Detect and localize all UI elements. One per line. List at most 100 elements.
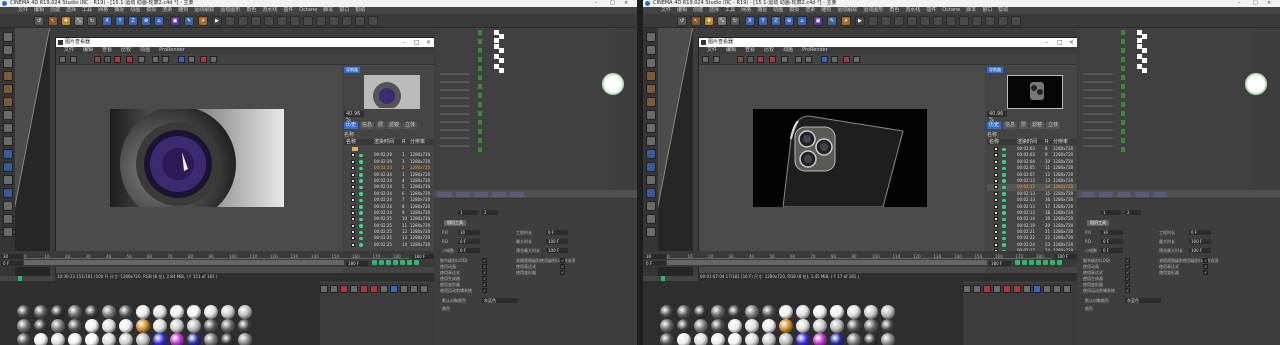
material-tool-icon[interactable] [1053,285,1061,293]
attr-tab[interactable] [1135,192,1149,197]
material-ball[interactable] [796,319,810,333]
mode-tool-icon[interactable] [646,71,656,81]
playback-icon[interactable] [1036,260,1041,265]
pv-tool-icon[interactable] [178,56,185,63]
pv-tool-icon[interactable] [162,56,169,63]
material-ball[interactable] [711,333,725,345]
material-ball[interactable] [660,319,674,333]
pv-tool-icon[interactable] [200,56,207,63]
camera-tool-button[interactable]: 相机工具 [1087,220,1109,226]
material-ball[interactable] [221,305,235,319]
material-tool-icon[interactable] [380,285,388,293]
menu-item[interactable]: 编辑 [677,7,687,13]
material-tool-icon[interactable] [410,285,418,293]
material-tool-icon[interactable] [993,285,1001,293]
toolbar-tool-icon[interactable] [368,16,378,26]
mode-tool-icon[interactable] [646,45,656,55]
menu-item[interactable]: 帮助 [355,7,365,13]
attr-checkbox[interactable]: ✓ [1125,282,1130,287]
scale-icon[interactable]: ⤡ [717,16,727,26]
menu-item[interactable]: 捕捉 [114,7,124,13]
pv-menu-item[interactable]: 文件 [707,47,717,53]
mode-tool-icon[interactable] [3,45,13,55]
menu-item[interactable]: 角色 [246,7,256,13]
menu-item[interactable]: 渲染 [162,7,172,13]
frame-ruler[interactable]: 0 10 20 30 40 50 60 70 80 90 100 110 120 130 140 150 160… [24,254,409,259]
pv-maximize-button[interactable]: □ [1057,38,1063,47]
pen-icon[interactable]: ✎ [827,16,837,26]
menu-item[interactable]: 流水线 [905,7,920,13]
material-ball[interactable] [68,319,82,333]
material-ball[interactable] [864,305,878,319]
menu-item[interactable]: 创建 [50,7,60,13]
attr-tab[interactable] [1099,192,1113,197]
mode-tool-icon[interactable] [3,110,13,120]
pv-tool-icon[interactable] [769,56,776,63]
timeline-min-field[interactable]: 0 F [644,261,666,266]
attr-checkbox[interactable]: ✓ [1125,288,1130,293]
mode-tool-icon[interactable] [646,201,656,211]
3d-viewport[interactable] [658,28,693,278]
material-ball[interactable] [813,305,827,319]
pv-tool-icon[interactable] [757,56,764,63]
mode-tool-icon[interactable] [646,110,656,120]
material-ball[interactable] [881,319,895,333]
mode-tool-icon[interactable] [646,58,656,68]
menu-item[interactable]: 帮助 [998,7,1008,13]
material-ball[interactable] [745,333,759,345]
menu-item[interactable]: 运动图形 [220,7,240,13]
material-ball[interactable] [204,305,218,319]
menu-item[interactable]: 雕刻 [178,7,188,13]
tab-4[interactable]: 立体 [1046,122,1061,129]
material-ball[interactable] [170,319,184,333]
material-tool-icon[interactable] [1043,285,1051,293]
playback-icon[interactable] [400,260,405,265]
material-ball[interactable] [85,305,99,319]
material-ball[interactable] [187,305,201,319]
attr-field[interactable]: 0 F [1101,248,1123,253]
mode-tool-icon[interactable] [3,58,13,68]
pv-tool-icon[interactable] [713,56,720,63]
attr-field[interactable]: 100 F [546,239,568,244]
timeline-max-field[interactable]: 180 F [346,261,368,266]
attr-field[interactable]: 0 F [458,239,480,244]
material-tool-icon[interactable] [420,285,428,293]
attr-checkbox[interactable]: ✓ [482,258,487,263]
material-tool-icon[interactable] [1013,285,1021,293]
cube-icon[interactable]: ▣ [813,16,823,26]
mode-tool-icon[interactable] [646,123,656,133]
attr-checkbox[interactable]: ✓ [1125,276,1130,281]
menu-item[interactable]: 选择 [709,7,719,13]
timeline-start-field[interactable]: 30 [644,254,666,259]
navigator-tab[interactable]: 导航器 [344,67,360,73]
mode-tool-icon[interactable] [646,149,656,159]
material-ball[interactable] [17,305,31,319]
tab-1[interactable]: 信息 [1003,122,1018,129]
material-ball[interactable] [51,319,65,333]
toolbar-tool-icon[interactable] [1011,16,1021,26]
close-button[interactable]: × [624,0,628,7]
material-ball[interactable] [85,333,99,345]
material-ball[interactable] [170,333,184,345]
material-ball[interactable] [830,319,844,333]
mode-tool-icon[interactable] [3,214,13,224]
attr-field[interactable]: 0 F [1101,239,1123,244]
pv-tool-icon[interactable] [831,56,838,63]
default-color-select[interactable]: 灰蓝色 [482,298,518,303]
playback-icon[interactable] [1057,260,1062,265]
material-tool-icon[interactable] [360,285,368,293]
menu-item[interactable]: 文件 [18,7,28,13]
playback-icon[interactable] [407,260,412,265]
pv-menu-item[interactable]: 比较 [121,47,131,53]
pv-menu-item[interactable]: 动画 [140,47,150,53]
attr-checkbox[interactable]: ✓ [482,282,487,287]
material-ball[interactable] [745,319,759,333]
mode-tool-icon[interactable] [3,97,13,107]
attr-checkbox[interactable]: ✓ [1203,258,1208,263]
material-ball[interactable] [660,305,674,319]
menu-item[interactable]: 文件 [661,7,671,13]
mode-tool-icon[interactable] [646,162,656,172]
pv-tool-icon[interactable] [114,56,121,63]
pv-tool-icon[interactable] [853,56,860,63]
toolbar-tool-icon[interactable] [972,16,982,26]
